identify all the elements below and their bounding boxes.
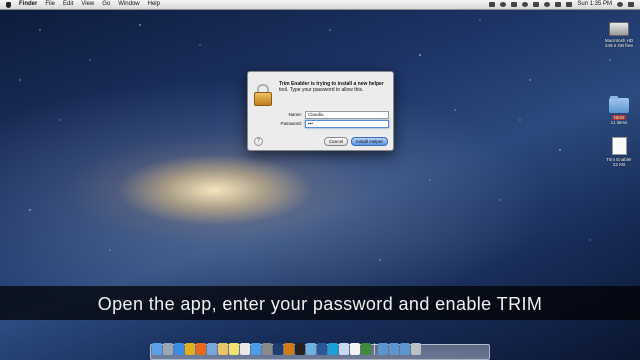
dock-icon-row — [152, 343, 421, 355]
dock-word-icon[interactable] — [317, 343, 327, 355]
dock-safari-icon[interactable] — [174, 343, 184, 355]
folder-icon — [609, 96, 629, 113]
menu-view[interactable]: View — [81, 0, 94, 9]
status-bluetooth-icon[interactable] — [533, 2, 540, 7]
apple-menu-icon[interactable] — [6, 1, 11, 8]
install-helper-button[interactable]: Install Helper — [351, 137, 388, 146]
hard-drive-sublabel: 249.2 GB free — [604, 43, 634, 48]
status-wifi-icon[interactable] — [544, 2, 551, 7]
notification-center-icon[interactable] — [628, 2, 634, 7]
status-app-icon[interactable] — [489, 2, 496, 7]
dock-mail-icon[interactable] — [207, 343, 217, 355]
dock-firefox-icon[interactable] — [196, 343, 206, 355]
dock-textedit-icon[interactable] — [350, 343, 360, 355]
menu-bar: Finder File Edit View Go Window Help Sun… — [0, 0, 640, 10]
dock-launchpad-icon[interactable] — [163, 343, 173, 355]
dock-chrome-icon[interactable] — [185, 343, 195, 355]
menu-clock[interactable]: Sun 1:35 PM — [577, 0, 612, 9]
status-time-machine-icon[interactable] — [522, 2, 529, 7]
menu-help[interactable]: Help — [148, 0, 160, 9]
dock-activity-icon[interactable] — [361, 343, 371, 355]
spotlight-icon[interactable] — [617, 2, 623, 7]
help-button[interactable]: ? — [254, 137, 263, 146]
name-label: Name: — [288, 112, 302, 117]
trim-enabler-sublabel: 22 KB — [612, 162, 626, 167]
dock-illustrator-icon[interactable] — [284, 343, 294, 355]
dock-preview-icon[interactable] — [339, 343, 349, 355]
dock-calendar-icon[interactable] — [240, 343, 250, 355]
status-sync-icon[interactable] — [500, 2, 507, 7]
caption-bar: Open the app, enter your password and en… — [0, 286, 640, 320]
menu-file[interactable]: File — [45, 0, 55, 9]
status-battery-icon[interactable] — [566, 2, 573, 7]
desktop-icon-hard-drive[interactable]: Macintosh HD 249.2 GB free — [602, 22, 636, 48]
dock-downloads-icon[interactable] — [378, 343, 388, 355]
dock-folder-icon[interactable] — [400, 343, 410, 355]
menu-window[interactable]: Window — [118, 0, 139, 9]
desktop-icon-trim-enabler[interactable]: Trim Enabler 22 KB — [602, 137, 636, 167]
dock-documents-icon[interactable] — [389, 343, 399, 355]
dialog-message-body: tool. Type your password to allow this. — [279, 87, 364, 93]
menu-app-name[interactable]: Finder — [19, 0, 37, 9]
dock-separator — [374, 343, 375, 355]
menu-edit[interactable]: Edit — [63, 0, 73, 9]
dock-photoshop-icon[interactable] — [273, 343, 283, 355]
caption-text: Open the app, enter your password and en… — [97, 294, 543, 314]
dock-finder-icon[interactable] — [152, 343, 162, 355]
document-icon — [611, 137, 627, 155]
folder-sublabel: 11 items — [610, 120, 628, 125]
password-label: Password: — [280, 121, 302, 126]
dock-photos-icon[interactable] — [218, 343, 228, 355]
dock-system-prefs-icon[interactable] — [262, 343, 272, 355]
auth-dialog: Trim Enabler is trying to install a new … — [247, 71, 394, 151]
name-field[interactable]: Claudiu — [305, 111, 389, 119]
dock-itunes-icon[interactable] — [306, 343, 316, 355]
cancel-button[interactable]: Cancel — [324, 137, 348, 146]
menu-go[interactable]: Go — [102, 0, 110, 9]
status-volume-icon[interactable] — [555, 2, 562, 7]
dock-app-store-icon[interactable] — [251, 343, 261, 355]
status-dropbox-icon[interactable] — [511, 2, 518, 7]
dock-notes-icon[interactable] — [229, 343, 239, 355]
dock-skype-icon[interactable] — [328, 343, 338, 355]
password-field[interactable]: ••• — [305, 120, 389, 128]
lock-icon — [254, 84, 272, 106]
desktop-icon-folder[interactable]: NEW 11 items — [604, 96, 634, 125]
dock-trash-icon[interactable] — [411, 343, 421, 355]
dock-terminal-icon[interactable] — [295, 343, 305, 355]
hard-drive-icon — [609, 22, 629, 36]
